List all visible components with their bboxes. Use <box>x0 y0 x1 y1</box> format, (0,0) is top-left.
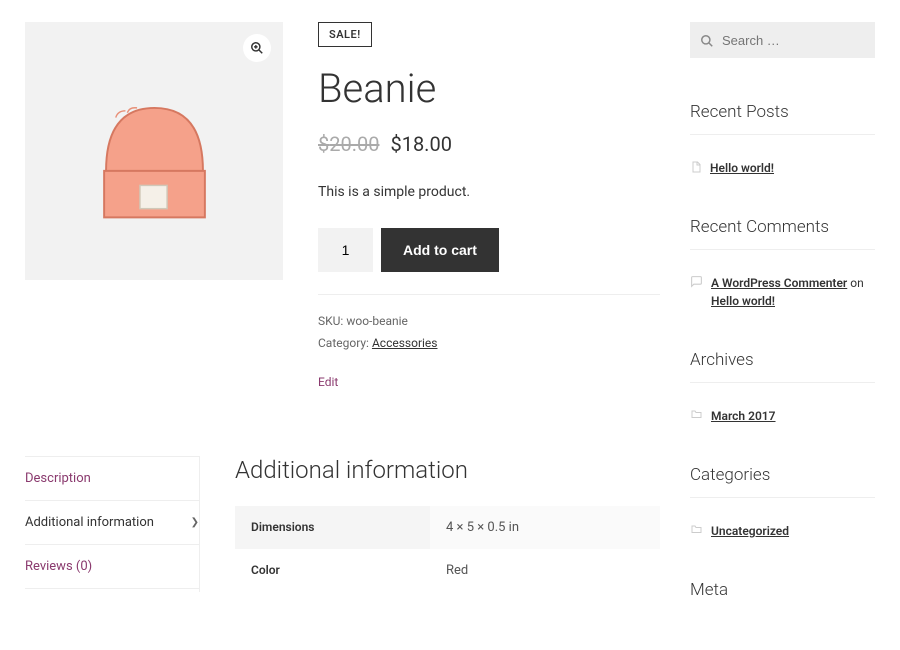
search-input[interactable] <box>722 33 898 48</box>
tab-additional-information[interactable]: Additional information ❯ <box>25 501 199 545</box>
meta-title: Meta <box>690 580 875 612</box>
folder-icon <box>690 408 703 420</box>
short-description: This is a simple product. <box>318 184 660 200</box>
zoom-icon[interactable] <box>243 34 271 62</box>
recent-comments-title: Recent Comments <box>690 217 875 250</box>
tab-content-heading: Additional information <box>235 456 660 484</box>
comment-post-link[interactable]: Hello world! <box>711 294 775 308</box>
table-row: Color Red <box>235 549 660 592</box>
chevron-right-icon: ❯ <box>191 517 199 528</box>
categories-title: Categories <box>690 465 875 498</box>
recent-post-link[interactable]: Hello world! <box>710 159 774 177</box>
archives-title: Archives <box>690 350 875 383</box>
category-link[interactable]: Accessories <box>372 336 438 350</box>
product-title: Beanie <box>318 65 660 112</box>
category-row: Category: Accessories <box>318 333 660 355</box>
folder-icon <box>690 523 703 535</box>
sale-badge: SALE! <box>318 22 372 47</box>
comment-icon <box>690 275 703 288</box>
tab-description[interactable]: Description <box>25 456 199 501</box>
category-link[interactable]: Uncategorized <box>711 522 789 540</box>
sku-row: SKU: woo-beanie <box>318 311 660 333</box>
commenter-link[interactable]: A WordPress Commenter <box>711 276 847 290</box>
beanie-illustration <box>77 74 232 229</box>
edit-link[interactable]: Edit <box>318 372 660 394</box>
table-row: Dimensions 4 × 5 × 0.5 in <box>235 506 660 549</box>
archive-link[interactable]: March 2017 <box>711 407 776 425</box>
search-box[interactable] <box>690 22 875 58</box>
product-image[interactable] <box>25 22 283 280</box>
add-to-cart-button[interactable]: Add to cart <box>381 228 499 272</box>
document-icon <box>690 160 702 174</box>
attributes-table: Dimensions 4 × 5 × 0.5 in Color Red <box>235 506 660 592</box>
recent-posts-title: Recent Posts <box>690 102 875 135</box>
tab-reviews[interactable]: Reviews (0) <box>25 545 199 589</box>
quantity-input[interactable] <box>318 228 373 272</box>
price: $20.00 $18.00 <box>318 132 660 156</box>
search-icon <box>700 34 714 48</box>
